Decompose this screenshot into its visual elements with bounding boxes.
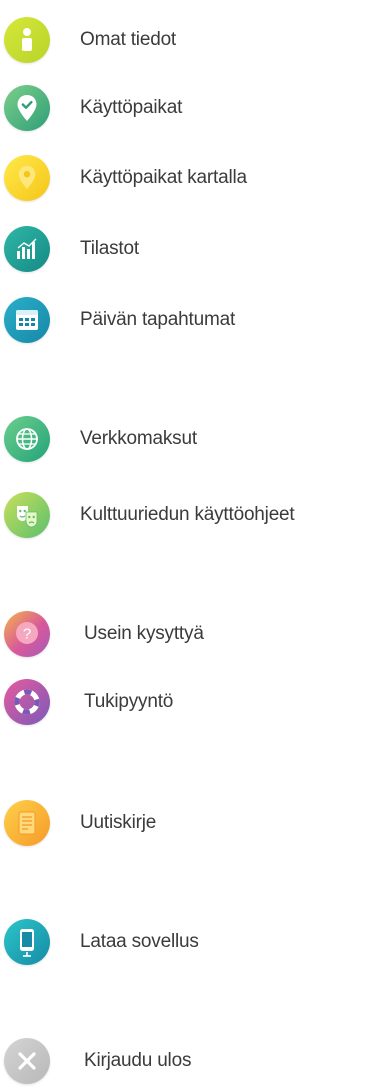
map-pin-icon: [4, 155, 50, 201]
calendar-icon: [4, 297, 50, 343]
mobile-app-icon: [4, 919, 50, 965]
menu-item-usein-kysyttya[interactable]: ? Usein kysyttyä: [0, 603, 385, 665]
menu-item-tukipyynto[interactable]: Tukipyyntö: [0, 671, 385, 733]
user-icon: [4, 17, 50, 63]
menu-item-omat-tiedot[interactable]: Omat tiedot: [0, 9, 385, 71]
menu-item-label: Tilastot: [80, 238, 139, 259]
menu-item-kulttuuriedun-kayttoohjeet[interactable]: Kulttuuriedun käyttöohjeet: [0, 484, 385, 546]
theater-masks-info-icon: [4, 492, 50, 538]
location-check-icon: [4, 85, 50, 131]
menu-item-lataa-sovellus[interactable]: Lataa sovellus: [0, 911, 385, 973]
close-icon: [4, 1038, 50, 1084]
side-menu: Omat tiedot Käyttöpaikat Käyttöpaikat ka…: [0, 0, 385, 1084]
menu-item-label: Käyttöpaikat kartalla: [80, 167, 247, 188]
bar-chart-icon: [4, 226, 50, 272]
menu-item-label: Päivän tapahtumat: [80, 309, 236, 330]
menu-item-tilastot[interactable]: Tilastot: [0, 218, 385, 280]
question-bubble-icon: ?: [4, 611, 50, 657]
menu-item-uutiskirje[interactable]: Uutiskirje: [0, 792, 385, 854]
menu-item-label: Käyttöpaikat: [80, 97, 183, 118]
menu-item-verkkomaksut[interactable]: Verkkomaksut: [0, 408, 385, 470]
menu-item-label: Tukipyyntö: [84, 691, 174, 712]
menu-item-label: Lataa sovellus: [80, 931, 199, 952]
menu-item-label: Kirjaudu ulos: [84, 1050, 192, 1071]
newsletter-icon: [4, 800, 50, 846]
lifebuoy-icon: [4, 679, 50, 725]
menu-item-label: Kulttuuriedun käyttöohjeet: [80, 504, 295, 525]
menu-item-label: Omat tiedot: [80, 29, 177, 50]
menu-item-kayttopaikat[interactable]: Käyttöpaikat: [0, 77, 385, 139]
menu-item-label: Usein kysyttyä: [84, 623, 204, 644]
menu-item-label: Verkkomaksut: [80, 428, 197, 449]
globe-icon: [4, 416, 50, 462]
svg-text:?: ?: [23, 626, 31, 643]
menu-item-label: Uutiskirje: [80, 812, 157, 833]
menu-item-kirjaudu-ulos[interactable]: Kirjaudu ulos: [0, 1030, 385, 1092]
menu-item-paivan-tapahtumat[interactable]: Päivän tapahtumat: [0, 289, 385, 351]
menu-item-kayttopaikat-kartalla[interactable]: Käyttöpaikat kartalla: [0, 147, 385, 209]
